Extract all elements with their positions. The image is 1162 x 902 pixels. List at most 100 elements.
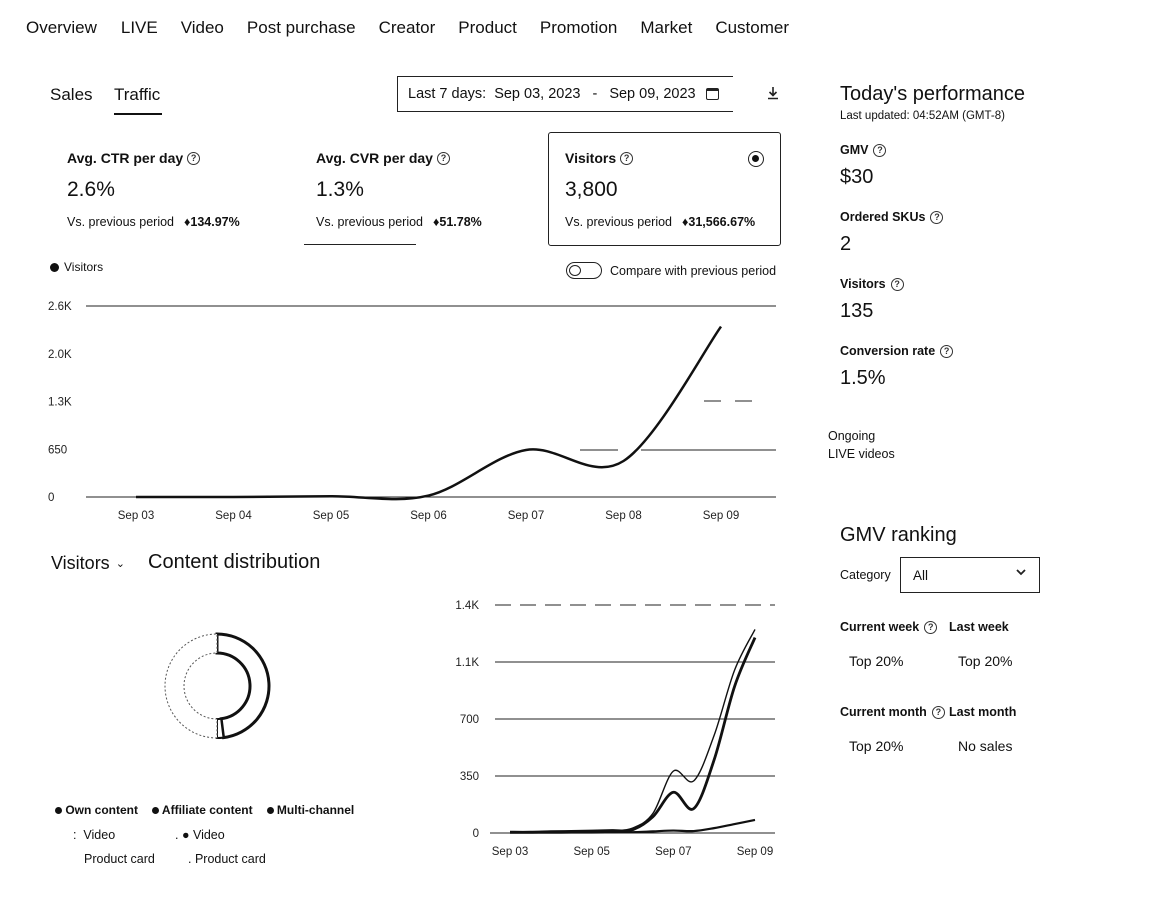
category-select[interactable]: All [900, 557, 1040, 593]
y-tick-label: 700 [460, 714, 479, 726]
toggle-label: Compare with previous period [610, 263, 777, 278]
nav-video[interactable]: Video [181, 18, 224, 38]
live-videos-label: LIVE videos [828, 447, 895, 461]
compare-delta: ♦51.78% [433, 215, 482, 229]
ordered-skus-label: Ordered SKUs? [840, 210, 944, 224]
date-preset: Last 7 days: [408, 86, 487, 102]
metric-value: 2.6% [67, 178, 115, 201]
radio-selected-icon[interactable] [748, 151, 764, 167]
nav-post-purchase[interactable]: Post purchase [247, 18, 356, 38]
y-tick-label: 350 [460, 771, 479, 783]
content-line-chart: 0 350 700 1.1K 1.4K Sep 03 Sep 05 Sep 07 Sep 09 [455, 600, 775, 858]
nav-creator[interactable]: Creator [379, 18, 436, 38]
last-week-label: Last week [949, 620, 1009, 634]
chart-legend: Visitors [50, 260, 103, 274]
conversion-rate-label: Conversion rate? [840, 344, 954, 358]
compare-label: Vs. previous period [565, 215, 673, 229]
nav-promotion[interactable]: Promotion [540, 18, 617, 38]
tab-sales[interactable]: Sales [50, 85, 93, 105]
legend-label: Visitors [64, 260, 104, 274]
nav-overview[interactable]: Overview [26, 18, 97, 38]
x-tick-label: Sep 07 [655, 846, 691, 858]
y-tick-label: 2.0K [48, 349, 72, 361]
metric-value: 1.3% [316, 178, 364, 201]
metric-card-ctr[interactable]: Avg. CTR per day? 2.6% Vs. previous peri… [67, 150, 297, 229]
chevron-down-icon [1015, 566, 1027, 581]
x-tick-label: Sep 09 [737, 846, 773, 858]
x-tick-label: Sep 05 [573, 846, 609, 858]
series-line-2 [509, 637, 757, 834]
compare-toggle[interactable]: Compare with previous period [566, 262, 776, 279]
content-distribution-title: Content distribution [148, 551, 321, 573]
help-icon[interactable]: ? [620, 151, 634, 165]
metric-title: Avg. CVR per day [316, 150, 433, 166]
series-line-visitors [135, 325, 723, 501]
help-icon[interactable]: ? [931, 705, 945, 719]
today-performance-title: Today's performance [840, 83, 1026, 105]
last-month-value: No sales [958, 738, 1013, 754]
conversion-rate-value: 1.5% [840, 367, 886, 389]
x-tick-label: Sep 03 [492, 846, 528, 858]
metric-card-cvr[interactable]: Avg. CVR per day? 1.3% Vs. previous peri… [316, 150, 546, 229]
current-month-label: Current month? [840, 705, 945, 719]
help-icon[interactable]: ? [436, 151, 450, 165]
category-value: All [913, 567, 929, 583]
nav-market[interactable]: Market [640, 18, 692, 38]
help-icon[interactable]: ? [873, 143, 887, 157]
y-tick-label: 0 [48, 492, 54, 504]
metric-title: Visitors [565, 150, 617, 166]
legend-multi-channel: Multi-channel [266, 803, 354, 817]
y-tick-label: 0 [473, 828, 479, 840]
nav-customer[interactable]: Customer [715, 18, 789, 38]
y-tick-label: 2.6K [48, 301, 72, 313]
compare-delta: ♦134.97% [184, 215, 240, 229]
x-tick-label: Sep 03 [118, 510, 154, 522]
metric-select[interactable]: Visitors ⌄ [51, 553, 125, 574]
current-week-label: Current week? [840, 620, 938, 634]
compare-label: Vs. previous period [67, 215, 175, 229]
gmv-ranking-title: GMV ranking [840, 524, 957, 546]
current-month-value: Top 20% [849, 738, 904, 754]
ongoing-label: Ongoing [828, 429, 876, 443]
toggle-switch[interactable] [566, 262, 602, 279]
last-month-label: Last month [949, 705, 1017, 719]
donut-slice-own-content [215, 632, 271, 740]
date-range-picker[interactable]: Last 7 days: Sep 03, 2023 - Sep 09, 2023 [397, 76, 733, 112]
download-icon[interactable] [765, 85, 781, 101]
gmv-label: GMV? [840, 143, 887, 157]
legend-own-video: : Video [73, 828, 116, 842]
date-separator: - [592, 86, 598, 102]
visitors-value: 135 [840, 300, 874, 322]
top-nav: Overview LIVE Video Post purchase Creato… [26, 18, 789, 38]
category-label: Category [840, 568, 891, 582]
gmv-value: $30 [840, 166, 874, 188]
donut-legend: Own content Affiliate content Multi-chan… [55, 803, 354, 817]
help-icon[interactable]: ? [940, 344, 954, 358]
y-tick-label: 1.4K [455, 600, 479, 612]
compare-label: Vs. previous period [316, 215, 424, 229]
help-icon[interactable]: ? [187, 151, 201, 165]
metric-value: 3,800 [565, 178, 618, 201]
tab-active-indicator [114, 113, 162, 115]
nav-product[interactable]: Product [458, 18, 517, 38]
x-tick-label: Sep 09 [703, 510, 739, 522]
nav-live[interactable]: LIVE [121, 18, 158, 38]
metric-title: Avg. CTR per day [67, 150, 184, 166]
legend-affiliate-content: Affiliate content [152, 803, 253, 817]
tab-traffic[interactable]: Traffic [114, 85, 160, 105]
metric-card-visitors[interactable]: Visitors? 3,800 Vs. previous period ♦31,5… [548, 132, 781, 246]
chevron-down-icon: ⌄ [115, 558, 125, 570]
donut-slice-multi-channel [164, 633, 218, 739]
ordered-skus-value: 2 [840, 233, 852, 255]
visitors-line-chart: 0 650 1.3K 2.0K 2.6K Sep 03 Sep 04 Sep 05 Sep 06… [48, 301, 776, 522]
legend-own-content: Own content [55, 803, 138, 817]
compare-delta: ♦31,566.67% [682, 215, 756, 229]
legend-dot [50, 262, 59, 272]
help-icon[interactable]: ? [890, 277, 904, 291]
series-line-1 [509, 629, 756, 833]
date-end: Sep 09, 2023 [609, 86, 696, 102]
help-icon[interactable]: ? [924, 620, 938, 634]
help-icon[interactable]: ? [930, 210, 944, 224]
x-tick-label: Sep 05 [313, 510, 349, 522]
y-tick-label: 650 [48, 444, 67, 456]
